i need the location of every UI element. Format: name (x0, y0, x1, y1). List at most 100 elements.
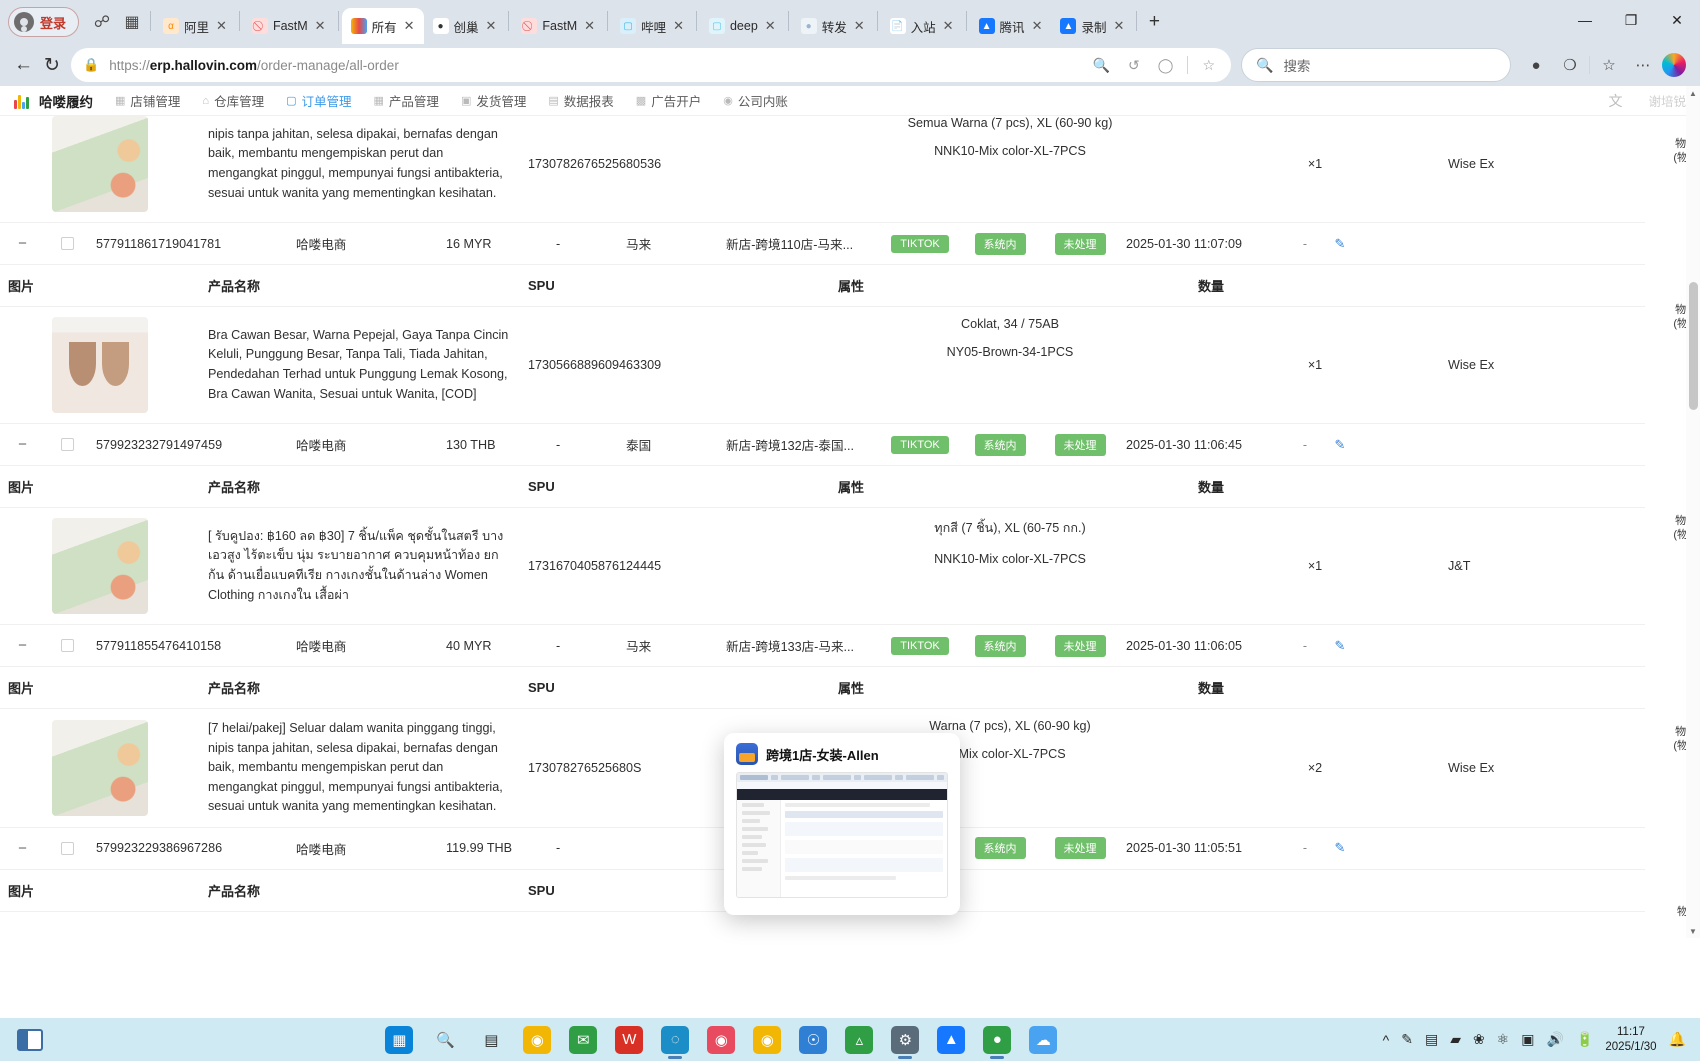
bell-icon[interactable]: 🔔 (1669, 1031, 1686, 1048)
scroll-up-icon[interactable]: ▲ (1686, 86, 1700, 100)
product-thumbnail[interactable] (52, 719, 148, 816)
copilot-icon[interactable] (1662, 53, 1686, 77)
fan-icon[interactable]: ❀ (1473, 1031, 1485, 1048)
window-close-button[interactable]: ✕ (1654, 0, 1700, 40)
gear-app-icon[interactable]: ⚙ (891, 1025, 920, 1054)
browser-tab-4[interactable]: ⃠ FastM ✕ (512, 8, 604, 44)
edge-icon[interactable]: ◌ (661, 1025, 690, 1054)
product-thumbnail[interactable] (52, 317, 148, 413)
order-row[interactable]: − 577911861719041781 哈喽电商 16 MYR - 马来 新店… (0, 223, 1645, 265)
window-minimize-button[interactable]: — (1562, 0, 1608, 40)
split-screen-icon[interactable]: ▦ (117, 7, 147, 37)
tab-close-icon[interactable]: ✕ (852, 18, 867, 34)
bookmark-star-icon[interactable]: ☆ (1198, 57, 1219, 74)
task-view-icon[interactable]: ▤ (477, 1026, 505, 1054)
extension-dark-icon[interactable]: ● (1521, 50, 1551, 80)
reload-icon[interactable]: ↻ (43, 48, 61, 82)
pen-icon[interactable]: ✎ (1401, 1031, 1413, 1048)
security-icon[interactable]: ⚛ (1497, 1031, 1510, 1048)
wps-icon[interactable]: W (615, 1025, 644, 1054)
tab-close-icon[interactable]: ✕ (313, 18, 328, 34)
collections-icon[interactable]: ☍ (87, 7, 117, 37)
taskbar-left[interactable] (0, 1028, 60, 1051)
browser-tab-5[interactable]: ▢ 哔哩 ✕ (611, 8, 693, 44)
order-store[interactable]: 新店-跨境133店-马来... (720, 636, 880, 655)
task-view-icon[interactable] (17, 1028, 43, 1051)
scrollbar-thumb[interactable] (1689, 282, 1698, 410)
shield-icon[interactable]: ▰ (1450, 1031, 1461, 1048)
order-store[interactable]: 新店-跨境110店-马来... (720, 234, 880, 253)
puzzle-extensions-icon[interactable]: ❍ (1555, 50, 1585, 80)
mail-icon[interactable]: ✉ (569, 1025, 598, 1054)
display-icon[interactable]: ▣ (1521, 1031, 1534, 1048)
translate-icon[interactable]: 文 (1608, 91, 1622, 111)
brand[interactable]: 哈喽履约 (14, 91, 93, 111)
product-thumbnail[interactable] (52, 518, 148, 614)
browser-tab-10[interactable]: ▲ 录制 ✕ (1051, 8, 1133, 44)
battery-icon[interactable]: 🔋 (1576, 1031, 1593, 1048)
chrome-canary-icon[interactable]: ◉ (753, 1025, 782, 1054)
browser-tab-3[interactable]: ● 创巢 ✕ (424, 8, 506, 44)
zoom-out-icon[interactable]: 🔍 (1089, 57, 1114, 74)
edit-pencil-icon[interactable]: ✎ (1320, 437, 1360, 453)
browser-tab-6[interactable]: ▢ deep ✕ (700, 8, 785, 44)
monitor-icon[interactable]: ▤ (1425, 1031, 1438, 1048)
search-icon[interactable]: 🔍 (431, 1026, 459, 1054)
window-maximize-button[interactable]: ❐ (1608, 0, 1654, 40)
browser-tab-2-active[interactable]: 所有 ✕ (341, 8, 424, 44)
tab-close-icon[interactable]: ✕ (214, 18, 229, 34)
network-icon[interactable]: ☉ (799, 1025, 828, 1054)
tab-close-icon[interactable]: ✕ (1030, 18, 1045, 34)
chrome-beta-icon[interactable]: ◉ (707, 1025, 736, 1054)
search-box[interactable]: 🔍 搜索 (1241, 48, 1511, 82)
profile-login-chip[interactable]: 登录 (8, 7, 80, 37)
browser-tab-1[interactable]: ⃠ FastM ✕ (243, 8, 335, 44)
row-expand-toggle[interactable]: − (0, 436, 45, 453)
edit-pencil-icon[interactable]: ✎ (1320, 236, 1360, 252)
order-row[interactable]: − 579923232791497459 哈喽电商 130 THB - 泰国 新… (0, 424, 1645, 466)
navitem-company-account[interactable]: ◉ 公司内账 (723, 91, 788, 110)
page-scrollbar[interactable]: ▲ ▼ (1686, 86, 1700, 938)
order-row[interactable]: − 577911855476410158 哈喽电商 40 MYR - 马来 新店… (0, 625, 1645, 667)
product-thumbnail[interactable] (52, 116, 148, 212)
tab-close-icon[interactable]: ✕ (671, 18, 686, 34)
navitem-data-report[interactable]: ▤ 数据报表 (548, 91, 613, 110)
windows-start-icon[interactable]: ▦ (385, 1025, 414, 1054)
new-tab-button[interactable]: + (1140, 8, 1168, 36)
navitem-order-management[interactable]: ▢ 订单管理 (286, 91, 351, 110)
navitem-warehouse-management[interactable]: ⌂ 仓库管理 (202, 91, 264, 110)
xmind-icon[interactable]: ▵ (845, 1025, 874, 1054)
back-arrow-icon[interactable]: ← (14, 48, 33, 82)
tab-close-icon[interactable]: ✕ (1111, 18, 1126, 34)
scroll-down-icon[interactable]: ▼ (1686, 924, 1700, 938)
edit-pencil-icon[interactable]: ✎ (1320, 638, 1360, 654)
edit-pencil-icon[interactable]: ✎ (1320, 840, 1360, 856)
chevron-up-icon[interactable]: ^ (1383, 1032, 1390, 1048)
address-bar[interactable]: 🔒 https://erp.hallovin.com/order-manage/… (71, 48, 1231, 82)
refresh-page-icon[interactable]: ↺ (1124, 57, 1144, 74)
cloud-icon[interactable]: ☁ (1029, 1025, 1058, 1054)
current-user-label[interactable]: 谢培锐 (1648, 91, 1686, 110)
navitem-ads-account[interactable]: ▩ 广告开户 (636, 91, 701, 110)
browser-tab-7[interactable]: ● 转发 ✕ (792, 8, 874, 44)
browser-tab-8[interactable]: 📄 入站 ✕ (881, 8, 963, 44)
row-expand-toggle[interactable]: − (0, 637, 45, 654)
row-expand-toggle[interactable]: − (0, 235, 45, 252)
tab-close-icon[interactable]: ✕ (582, 18, 597, 34)
tab-close-icon[interactable]: ✕ (484, 18, 499, 34)
tab-close-icon[interactable]: ✕ (402, 18, 417, 34)
taskbar-clock[interactable]: 11:17 2025/1/30 (1605, 1025, 1656, 1055)
settings-more-icon[interactable]: ⋯ (1628, 50, 1658, 80)
more-circle-icon[interactable]: ◯ (1154, 57, 1178, 74)
chrome-icon[interactable]: ◉ (523, 1025, 552, 1054)
navitem-shop-management[interactable]: ▦ 店铺管理 (115, 91, 180, 110)
row-checkbox[interactable] (45, 639, 90, 652)
browser-tab-0[interactable]: α 阿里 ✕ (154, 8, 236, 44)
volume-icon[interactable]: 🔊 (1547, 1031, 1564, 1048)
tab-close-icon[interactable]: ✕ (941, 18, 956, 34)
navitem-product-management[interactable]: ▦ 产品管理 (374, 91, 439, 110)
row-expand-toggle[interactable]: − (0, 840, 45, 857)
analytics-icon[interactable]: ▲ (937, 1025, 966, 1054)
wechat-icon[interactable]: ● (983, 1025, 1012, 1054)
favorites-icon[interactable]: ☆ (1594, 50, 1624, 80)
